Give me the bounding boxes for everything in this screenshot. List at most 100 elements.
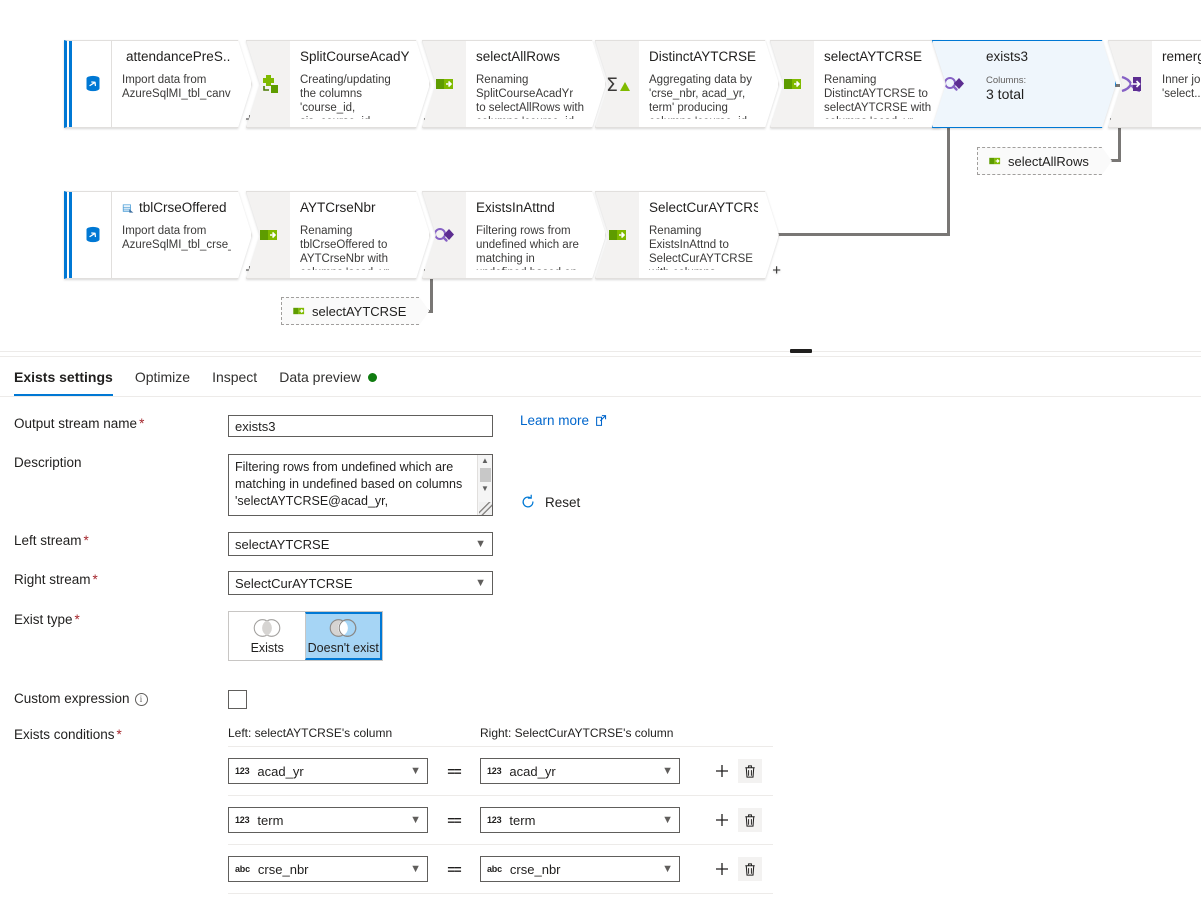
condition-actions [710,808,762,832]
condition-left-dropdown[interactable]: 123 acad_yr ▼ [228,758,428,784]
tab-label: Exists settings [14,369,113,385]
add-condition-button[interactable] [710,857,734,881]
description-textarea[interactable] [228,454,493,516]
chevron-down-icon: ▼ [410,814,421,826]
chevron-down-icon: ▼ [410,765,421,777]
node-description: Aggregating data by 'crse_nbr, acad_yr, … [649,74,752,114]
condition-right-dropdown[interactable]: 123 acad_yr ▼ [480,758,680,784]
splitter-drag-handle[interactable] [790,349,812,353]
node-title: attendancePreS... [126,49,231,64]
derived-column-icon [246,40,290,128]
column-type-tag: 123 [487,766,502,776]
condition-left-dropdown[interactable]: abc crse_nbr ▼ [228,856,428,882]
settings-tabs[interactable]: Exists settings Optimize Inspect Data pr… [0,357,1201,397]
canvas-node-select-aytcrse[interactable]: selectAYTCRSE Renaming DistinctAYTCRSE t… [770,40,956,128]
tab-label: Data preview [279,369,361,385]
tab-optimize[interactable]: Optimize [124,368,201,396]
label-text: Output stream name [14,416,138,431]
condition-operator: == [447,861,461,877]
node-columns-value: 3 total [986,86,1025,102]
exist-type-option-doesnt-exist[interactable]: Doesn't exist [305,612,382,660]
reset-label: Reset [545,494,581,510]
database-source-icon [74,40,112,128]
required-asterisk: * [116,727,122,742]
tab-exists-settings[interactable]: Exists settings [14,368,124,396]
learn-more-container: Learn more [520,413,608,428]
canvas-node-aytcrsenbr[interactable]: AYTCrseNbr Renaming tblCrseOffered to AY… [246,191,432,279]
condition-left-value: term [257,812,284,828]
join-icon [1108,40,1152,128]
description-label: Description [0,454,228,472]
info-icon[interactable]: i [134,692,148,706]
source-accent-rail [64,40,74,128]
canvas-node-exists-in-attnd[interactable]: ExistsInAttnd Filtering rows from undefi… [422,191,608,279]
reset-button[interactable]: Reset [520,494,580,510]
node-title-row: tblCrseOffered [122,200,231,216]
canvas-node-exists3[interactable]: exists3 Columns: 3 total + [932,40,1118,128]
field-row-exists-conditions: Exists conditions * Left: selectAYTCRSE's… [0,726,1201,894]
node-body: selectAllRows Renaming SplitCourseAcadYr… [466,40,606,128]
tab-data-preview[interactable]: Data preview [268,368,388,396]
add-condition-button[interactable] [710,808,734,832]
condition-left-dropdown[interactable]: 123 term ▼ [228,807,428,833]
canvas-node-distinct-aytcrse[interactable]: Σ DistinctAYTCRSE Aggregating data by 'c… [595,40,781,128]
required-asterisk: * [74,612,80,627]
scroll-down-arrow[interactable]: ▼ [481,483,489,495]
label-text: Description [14,455,82,470]
condition-operator: == [447,763,461,779]
node-title: ExistsInAttnd [476,200,555,215]
node-body: SplitCourseAcadYr Creating/updating the … [290,40,430,128]
node-title: exists3 [986,49,1029,64]
column-type-tag: abc [235,864,250,874]
exist-type-option-exists[interactable]: Exists [229,612,306,660]
condition-right-dropdown[interactable]: abc crse_nbr ▼ [480,856,680,882]
tab-inspect[interactable]: Inspect [201,368,268,396]
panel-splitter[interactable] [0,345,1201,357]
canvas-node-select-cur-aytcrse[interactable]: SelectCurAYTCRSE Renaming ExistsInAttnd … [595,191,781,279]
left-stream-value: selectAYTCRSE [235,536,330,552]
condition-right-value: crse_nbr [509,861,561,877]
field-row-output-stream-name: Output stream name* Learn more [0,413,1201,454]
select-icon [770,40,814,128]
reset-container: Reset [520,494,580,513]
condition-right-dropdown[interactable]: 123 term ▼ [480,807,680,833]
exists-conditions-label: Exists conditions * [0,726,228,744]
scroll-up-arrow[interactable]: ▲ [481,455,489,467]
right-stream-dropdown[interactable]: SelectCurAYTCRSE ▼ [228,571,493,595]
connector-wire [430,279,433,313]
output-stream-name-input[interactable] [228,415,493,437]
delete-condition-button[interactable] [738,808,762,832]
condition-operator: == [447,812,461,828]
node-title-row: attendancePreS... [122,49,231,65]
left-stream-dropdown[interactable]: selectAYTCRSE ▼ [228,532,493,556]
canvas-node-select-all-rows[interactable]: selectAllRows Renaming SplitCourseAcadYr… [422,40,608,128]
canvas-node-tbl-crse-offered[interactable]: tblCrseOffered Import data from AzureSql… [64,191,254,279]
add-node-button[interactable]: + [772,263,781,278]
exists-icon [932,40,976,128]
canvas-node-attendance-source[interactable]: attendancePreS... Import data from Azure… [64,40,254,128]
label-text: Right stream [14,572,91,587]
delete-condition-button[interactable] [738,759,762,783]
connector-wire [1118,128,1121,162]
description-scrollbar[interactable]: ▲ ▼ [477,455,492,515]
condition-right-value: acad_yr [509,763,556,779]
output-stream-name-field [228,415,1201,437]
field-row-right-stream: Right stream * SelectCurAYTCRSE ▼ [0,571,1201,611]
canvas-node-split-course-acad-yr[interactable]: SplitCourseAcadYr Creating/updating the … [246,40,432,128]
source-accent-rail [64,191,74,279]
learn-more-link[interactable]: Learn more [520,413,608,428]
condition-left-value: crse_nbr [257,861,309,877]
reference-pill-select-aytcrse[interactable]: selectAYTCRSE [281,297,429,325]
node-description: Renaming SplitCourseAcadYr to selectAllR… [476,74,585,114]
delete-condition-button[interactable] [738,857,762,881]
resize-grip[interactable] [478,502,492,515]
reference-pill-select-all-rows[interactable]: selectAllRows [977,147,1112,175]
node-description: Renaming ExistsInAttnd to SelectCurAYTCR… [649,225,753,265]
condition-actions [710,857,762,881]
data-flow-canvas[interactable]: attendancePreS... Import data from Azure… [0,0,1201,345]
custom-expression-checkbox[interactable] [228,690,247,709]
scrollbar-thumb[interactable] [479,468,491,482]
add-condition-button[interactable] [710,759,734,783]
exist-type-toggle-group[interactable]: Exists Doesn't exist [228,611,383,661]
canvas-node-remerge[interactable]: remerge Inner join and 'select... [1108,40,1201,128]
